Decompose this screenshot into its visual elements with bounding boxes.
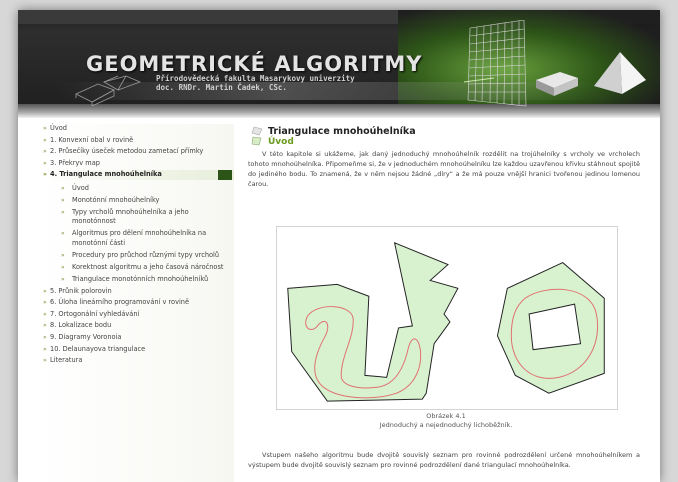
nav-label: 3. Překryv map [50,158,100,167]
bullet-icon: » [61,208,65,216]
nav-item-pruseciky[interactable]: » 2. Průsečíky úseček metodou zametací př… [40,147,234,156]
subnav-item-uvod[interactable]: » Úvod [40,184,234,193]
figure-description: Jednoduchý a nejednoduchý lichoběžník. [379,421,513,429]
subnav-label: Úvod [72,183,89,192]
bullet-icon: » [61,196,65,204]
subnav-item-korektnost[interactable]: » Korektnost algoritmu a jeho časová náro… [40,263,234,272]
subnav-label: Algoritmus pro dělení mnohoúhelníka na m… [72,229,207,247]
header-banner: GEOMETRICKÉ ALGORITMY Přírodovědecká fak… [18,10,660,118]
intro-paragraph: V této kapitole si ukážeme, jak daný jed… [248,150,640,188]
bullet-icon: » [43,136,47,144]
nav-item-konvexni-obal[interactable]: » 1. Konvexní obal v rovině [40,136,234,145]
nav-label: 1. Konvexní obal v rovině [50,135,134,144]
subnav-label: Korektnost algoritmu a jeho časová nároč… [72,262,224,271]
page: GEOMETRICKÉ ALGORITMY Přírodovědecká fak… [18,10,660,482]
bullet-icon: » [43,148,47,156]
nav-item-voronoi[interactable]: » 9. Diagramy Voronoia [40,333,234,342]
nav-label: 9. Diagramy Voronoia [50,332,122,341]
nav-label: 10. Delaunayova triangulace [50,344,146,353]
cuboid-icon [536,72,578,96]
subnav-label: Triangulace monotónních mnohoúhelníků [72,274,209,283]
bullet-icon: » [43,357,47,365]
bullet-icon: » [43,171,47,179]
bullet-icon: » [61,251,65,259]
bullet-icon: » [43,159,47,167]
subnav-item-typy-vrcholu[interactable]: » Typy vrcholů mnohoúhelníka a jeho monot… [40,208,234,227]
nav-item-uvod[interactable]: » Úvod [40,124,234,133]
prism-wireframe-icon [75,75,142,106]
subnav-item-monotonni[interactable]: » Monotónní mnohoúhelníky [40,196,234,205]
subnav-item-triangulace-monotonnich[interactable]: » Triangulace monotónních mnohoúhelníků [40,275,234,284]
nav-item-lokalizace[interactable]: » 8. Lokalizace bodu [40,321,234,330]
nav-label: Úvod [50,124,67,132]
bullet-icon: » [43,322,47,330]
nav-label: 5. Průnik polorovin [50,286,112,295]
bullet-icon: » [43,125,47,132]
nav-label: 4. Triangulace mnohoúhelníka [50,170,162,179]
bullet-icon: » [61,263,65,271]
bullet-icon: » [43,299,47,307]
nav-item-ortogonalni[interactable]: » 7. Ortogonální vyhledávání [40,310,234,319]
bullet-icon: » [61,230,65,238]
bullet-icon: » [61,275,65,283]
subnav-label: Monotónní mnohoúhelníky [72,195,160,204]
nav-item-prekryv-map[interactable]: » 3. Překryv map [40,159,234,168]
section-title: Úvod [268,137,294,147]
sidebar: » Úvod » 1. Konvexní obal v rovině » 2. Prů… [40,124,234,482]
nav-item-literatura[interactable]: » Literatura [40,356,234,365]
subnav-label: Procedury pro průchod různými typy vrcho… [72,250,220,259]
nav-label: 2. Průsečíky úseček metodou zametací pří… [50,147,204,156]
faculty-line: Přírodovědecká fakulta Masarykovy univer… [156,74,355,83]
nav-label: 6. Úloha lineárního programování v rovin… [50,298,190,307]
nav-label: Literatura [50,356,83,365]
bullet-icon: » [43,345,47,353]
nav-list: » Úvod » 1. Konvexní obal v rovině » 2. Prů… [40,124,234,366]
site-subtitle: Přírodovědecká fakulta Masarykovy univer… [156,74,355,92]
subnav-item-procedury[interactable]: » Procedury pro průchod různými typy vrch… [40,251,234,260]
grid-plane-icon [464,20,527,107]
nav-label: 7. Ortogonální vyhledávání [50,309,140,318]
bullet-icon: » [43,310,47,318]
figure-number: Obrázek 4.1 [426,412,466,420]
subnav-label: Typy vrcholů mnohoúhelníka a jeho monotó… [72,207,189,226]
figure-caption: Obrázek 4.1 Jednoduchý a nejednoduchý li… [246,412,646,430]
main-content: Triangulace mnohoúhelníka Úvod V této ka… [246,124,640,482]
nav-item-delaunay[interactable]: » 10. Delaunayova triangulace [40,345,234,354]
banner-bottom-strip [18,104,660,118]
site-title: GEOMETRICKÉ ALGORITMY [86,52,423,76]
subnav-item-algoritmus[interactable]: » Algoritmus pro dělení mnohoúhelníka na … [40,229,234,248]
pyramid-icon [594,52,646,94]
nav-item-linearni-programovani[interactable]: » 6. Úloha lineárního programování v rovi… [40,298,234,307]
page-title: Triangulace mnohoúhelníka [268,126,416,137]
nav-item-prunik-polorovin[interactable]: » 5. Průnik polorovin [40,287,234,296]
figure-polygons [276,226,618,410]
polygon-title-icon [251,126,263,146]
nav-label: 8. Lokalizace bodu [50,321,112,330]
author-line: doc. RNDr. Martin Čadek, CSc. [156,83,287,92]
simple-polygon-shape [287,242,459,402]
bullet-icon: » [43,333,47,341]
body-paragraph: Vstupem našeho algoritmu bude dvojitě so… [248,451,640,469]
bullet-icon: » [43,287,47,295]
bullet-icon: » [61,184,65,192]
nav-item-triangulace[interactable]: » 4. Triangulace mnohoúhelníka [40,170,234,181]
